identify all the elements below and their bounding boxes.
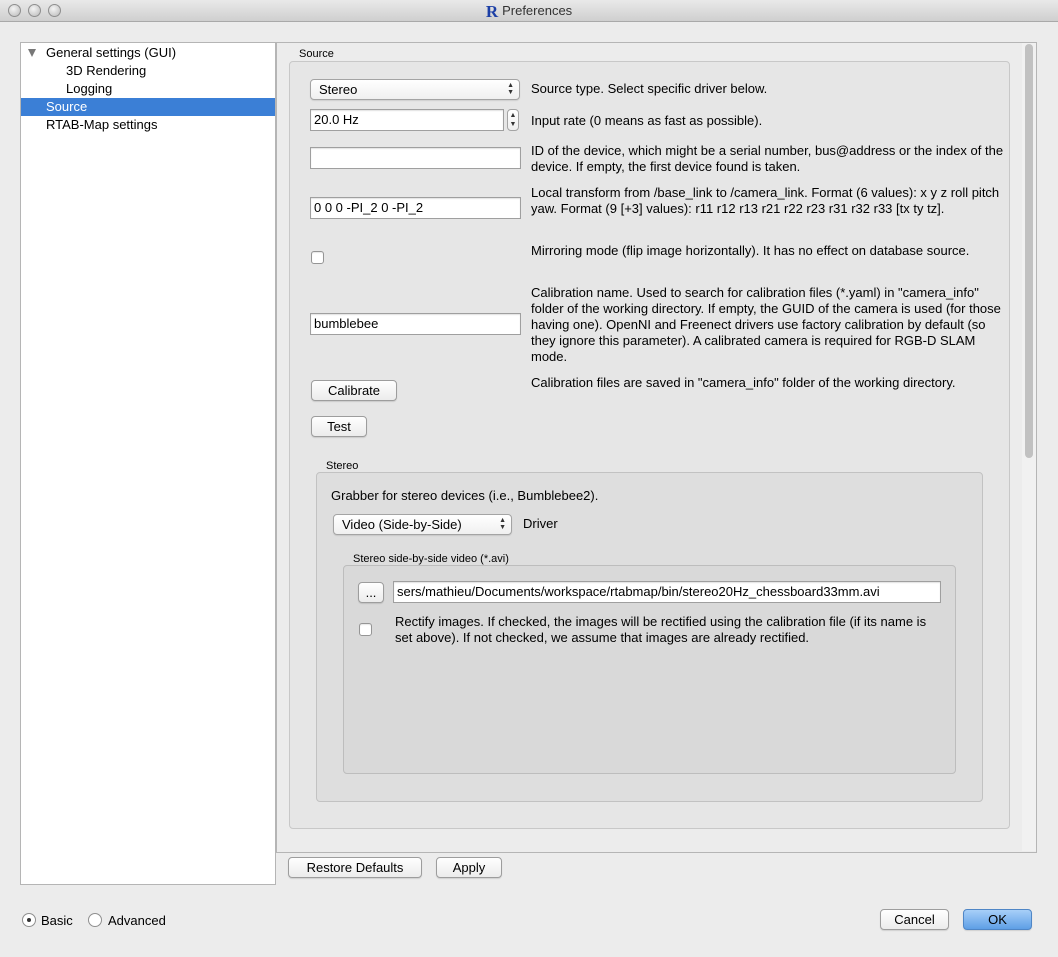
rectify-checkbox[interactable] <box>359 623 372 636</box>
device-id-desc: ID of the device, which might be a seria… <box>531 143 1004 174</box>
tree-item-logging[interactable]: Logging <box>21 80 275 98</box>
select-arrows-icon: ▲ ▼ <box>499 517 506 531</box>
stereo-driver-select[interactable]: Video (Side-by-Side) ▲ ▼ <box>333 514 512 535</box>
test-button[interactable]: Test <box>311 416 367 437</box>
tree-item-label: RTAB-Map settings <box>46 117 158 132</box>
source-type-value: Stereo <box>319 82 358 97</box>
tree-item-general-settings[interactable]: General settings (GUI) <box>21 44 275 62</box>
stereo-driver-value: Video (Side-by-Side) <box>342 517 462 532</box>
stereo-desc: Grabber for stereo devices (i.e., Bumble… <box>331 488 599 503</box>
input-rate-desc: Input rate (0 means as fast as possible)… <box>531 113 763 128</box>
advanced-radio[interactable] <box>88 913 102 927</box>
source-type-select[interactable]: Stereo ▲ ▼ <box>310 79 520 100</box>
local-transform-field[interactable]: 0 0 0 -PI_2 0 -PI_2 <box>310 197 521 219</box>
r-logo-icon: R <box>485 2 499 21</box>
source-group-title: Source <box>299 48 334 60</box>
calibration-name-field[interactable]: bumblebee <box>310 313 521 335</box>
driver-label: Driver <box>523 516 558 531</box>
scrollbar-thumb[interactable] <box>1025 44 1033 458</box>
tree-item-3d-rendering[interactable]: 3D Rendering <box>21 62 275 80</box>
browse-video-button[interactable]: ... <box>358 582 384 603</box>
window-title-text: Preferences <box>502 3 573 18</box>
settings-tree[interactable]: General settings (GUI) 3D Rendering Logg… <box>20 42 276 885</box>
basic-label[interactable]: Basic <box>41 913 73 928</box>
input-rate-spinbox[interactable]: 20.0 Hz <box>310 109 504 131</box>
source-type-desc: Source type. Select specific driver belo… <box>531 81 768 96</box>
calibrate-desc: Calibration files are saved in "camera_i… <box>531 375 956 390</box>
apply-button[interactable]: Apply <box>436 857 502 878</box>
expand-arrow-icon[interactable] <box>28 49 36 57</box>
calibration-name-desc: Calibration name. Used to search for cal… <box>531 285 1001 364</box>
input-rate-stepper[interactable]: ▲ ▼ <box>507 109 519 131</box>
basic-radio[interactable] <box>22 913 36 927</box>
local-transform-desc: Local transform from /base_link to /came… <box>531 185 1000 216</box>
stereo-group-title: Stereo <box>326 460 359 472</box>
advanced-label[interactable]: Advanced <box>108 913 166 928</box>
tree-item-label: Source <box>46 99 88 114</box>
calibrate-button[interactable]: Calibrate <box>311 380 397 401</box>
restore-defaults-button[interactable]: Restore Defaults <box>288 857 422 878</box>
rectify-desc: Rectify images. If checked, the images w… <box>395 614 927 645</box>
tree-item-source[interactable]: Source <box>21 98 275 116</box>
window-title: R Preferences <box>0 2 1058 22</box>
tree-item-label: Logging <box>66 81 113 96</box>
tree-item-rtabmap-settings[interactable]: RTAB-Map settings <box>21 116 275 134</box>
mirroring-desc: Mirroring mode (flip image horizontally)… <box>531 243 970 258</box>
cancel-button[interactable]: Cancel <box>880 909 949 930</box>
video-group-title: Stereo side-by-side video (*.avi) <box>353 553 509 565</box>
device-id-field[interactable] <box>310 147 521 169</box>
ok-button[interactable]: OK <box>963 909 1032 930</box>
mirroring-checkbox[interactable] <box>311 251 324 264</box>
video-path-field[interactable]: sers/mathieu/Documents/workspace/rtabmap… <box>393 581 941 603</box>
tree-item-label: General settings (GUI) <box>46 45 177 60</box>
select-arrows-icon: ▲ ▼ <box>507 82 514 96</box>
tree-item-label: 3D Rendering <box>66 63 147 78</box>
